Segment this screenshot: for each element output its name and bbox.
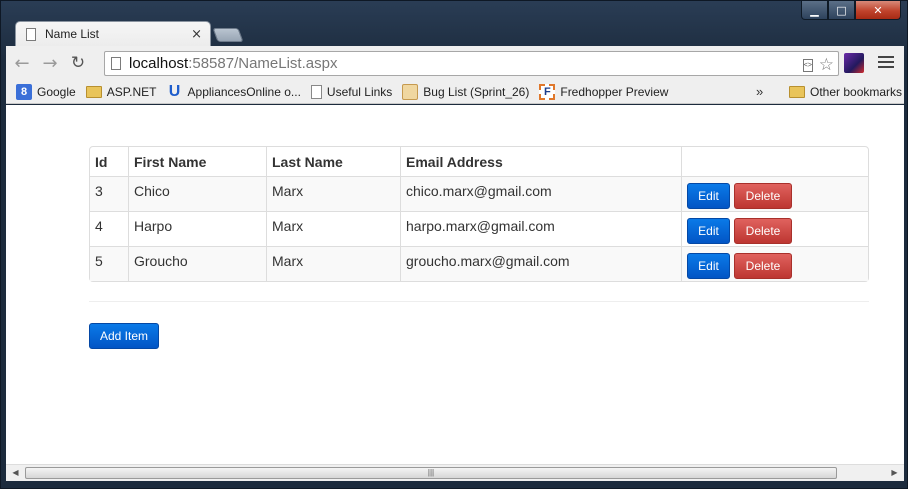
bookmark-fredhopper[interactable]: F Fredhopper Preview — [539, 83, 669, 100]
scroll-right-arrow-icon[interactable]: ▶ — [887, 466, 902, 480]
horizontal-scrollbar[interactable]: ◀ ||| ▶ — [6, 464, 904, 481]
bookmark-appliancesonline[interactable]: U AppliancesOnline o... — [167, 82, 301, 100]
forward-button[interactable]: → — [38, 51, 62, 75]
cell-actions: Edit Delete — [681, 246, 868, 281]
column-header-last-name: Last Name — [266, 147, 400, 176]
f-logo-icon: F — [539, 83, 556, 100]
bookmark-bug-list[interactable]: Bug List (Sprint_26) — [402, 83, 530, 100]
reload-button[interactable]: ↻ — [66, 51, 90, 75]
tab-title: Name List — [45, 27, 100, 41]
page-icon — [310, 84, 322, 99]
name-list-table: Id First Name Last Name Email Address 3 … — [89, 146, 869, 282]
cell-id: 4 — [90, 211, 128, 246]
edit-button[interactable]: Edit — [687, 253, 730, 279]
tab-close-icon[interactable]: × — [191, 27, 202, 42]
column-header-actions — [681, 147, 868, 176]
scrollbar-thumb[interactable]: ||| — [25, 467, 837, 479]
browser-toolbar: ← → ↻ localhost:58587/NameList.aspx <> ☆ — [6, 46, 904, 80]
url-path: :58587/NameList.aspx — [188, 55, 338, 72]
table-row: 4 Harpo Marx harpo.marx@gmail.com Edit De… — [90, 211, 868, 246]
bookmark-star-icon[interactable]: ☆ — [819, 55, 834, 75]
cell-first-name: Harpo — [128, 211, 266, 246]
cell-email: groucho.marx@gmail.com — [400, 246, 681, 281]
bookmarks-overflow-button[interactable]: » — [756, 84, 763, 99]
cell-last-name: Marx — [266, 176, 400, 211]
cell-first-name: Chico — [128, 176, 266, 211]
bookmark-google[interactable]: 8 Google — [16, 83, 76, 100]
menu-icon[interactable] — [878, 54, 894, 70]
new-tab-button[interactable] — [212, 28, 244, 42]
maximize-button[interactable]: □ — [828, 1, 855, 20]
add-item-button[interactable]: Add Item — [89, 323, 159, 349]
minimize-button[interactable]: ▁ — [801, 1, 828, 20]
page-icon — [26, 27, 36, 41]
page-content: Id First Name Last Name Email Address 3 … — [6, 105, 904, 464]
u-logo-icon: U — [168, 82, 181, 100]
bookmark-label: ASP.NET — [106, 84, 157, 99]
bookmark-label: AppliancesOnline o... — [187, 84, 301, 99]
folder-icon — [85, 85, 102, 98]
back-button[interactable]: ← — [10, 51, 34, 75]
bookmark-label: Google — [37, 84, 76, 99]
browser-window: ▁ □ ✕ Name List × ← → ↻ localhost:58587/… — [0, 0, 908, 489]
cell-actions: Edit Delete — [681, 176, 868, 211]
close-window-button[interactable]: ✕ — [855, 1, 901, 20]
table-row: 5 Groucho Marx groucho.marx@gmail.com Ed… — [90, 246, 868, 281]
folder-icon — [789, 85, 805, 98]
table-header-row: Id First Name Last Name Email Address — [90, 147, 868, 176]
page-action-icon[interactable]: <> — [802, 58, 813, 72]
edit-button[interactable]: Edit — [687, 183, 730, 209]
bookmark-other[interactable]: Other bookmarks — [789, 85, 902, 99]
column-header-id: Id — [95, 153, 108, 170]
bug-icon — [402, 83, 419, 100]
cell-id: 3 — [90, 176, 128, 211]
bookmark-useful-links[interactable]: Useful Links — [310, 84, 393, 99]
edit-button[interactable]: Edit — [687, 218, 730, 244]
cell-last-name: Marx — [266, 246, 400, 281]
window-caption-buttons: ▁ □ ✕ — [801, 1, 901, 21]
tab-name-list[interactable]: Name List × — [15, 21, 211, 46]
delete-button[interactable]: Delete — [734, 183, 792, 209]
bookmark-label: Fredhopper Preview — [560, 84, 669, 99]
cell-email: chico.marx@gmail.com — [400, 176, 681, 211]
bookmark-label: Bug List (Sprint_26) — [423, 84, 530, 99]
page-icon — [111, 57, 121, 70]
extension-icon[interactable] — [844, 53, 864, 73]
divider — [89, 301, 869, 302]
column-header-email: Email Address — [400, 147, 681, 176]
delete-button[interactable]: Delete — [734, 253, 792, 279]
cell-id: 5 — [90, 246, 128, 281]
delete-button[interactable]: Delete — [734, 218, 792, 244]
address-bar[interactable]: localhost:58587/NameList.aspx <> ☆ — [104, 51, 839, 76]
bookmark-label: Useful Links — [326, 84, 393, 99]
cell-email: harpo.marx@gmail.com — [400, 211, 681, 246]
bookmarks-bar: 8 Google ASP.NET U AppliancesOnline o...… — [6, 80, 904, 104]
cell-last-name: Marx — [266, 211, 400, 246]
google-icon: 8 — [16, 83, 32, 100]
url-host: localhost — [129, 55, 189, 72]
scroll-left-arrow-icon[interactable]: ◀ — [8, 466, 23, 480]
cell-actions: Edit Delete — [681, 211, 868, 246]
cell-first-name: Groucho — [128, 246, 266, 281]
bookmark-aspnet[interactable]: ASP.NET — [85, 84, 157, 99]
column-header-first-name: First Name — [128, 147, 266, 176]
table-row: 3 Chico Marx chico.marx@gmail.com Edit De… — [90, 176, 868, 211]
bookmark-label: Other bookmarks — [810, 84, 903, 99]
